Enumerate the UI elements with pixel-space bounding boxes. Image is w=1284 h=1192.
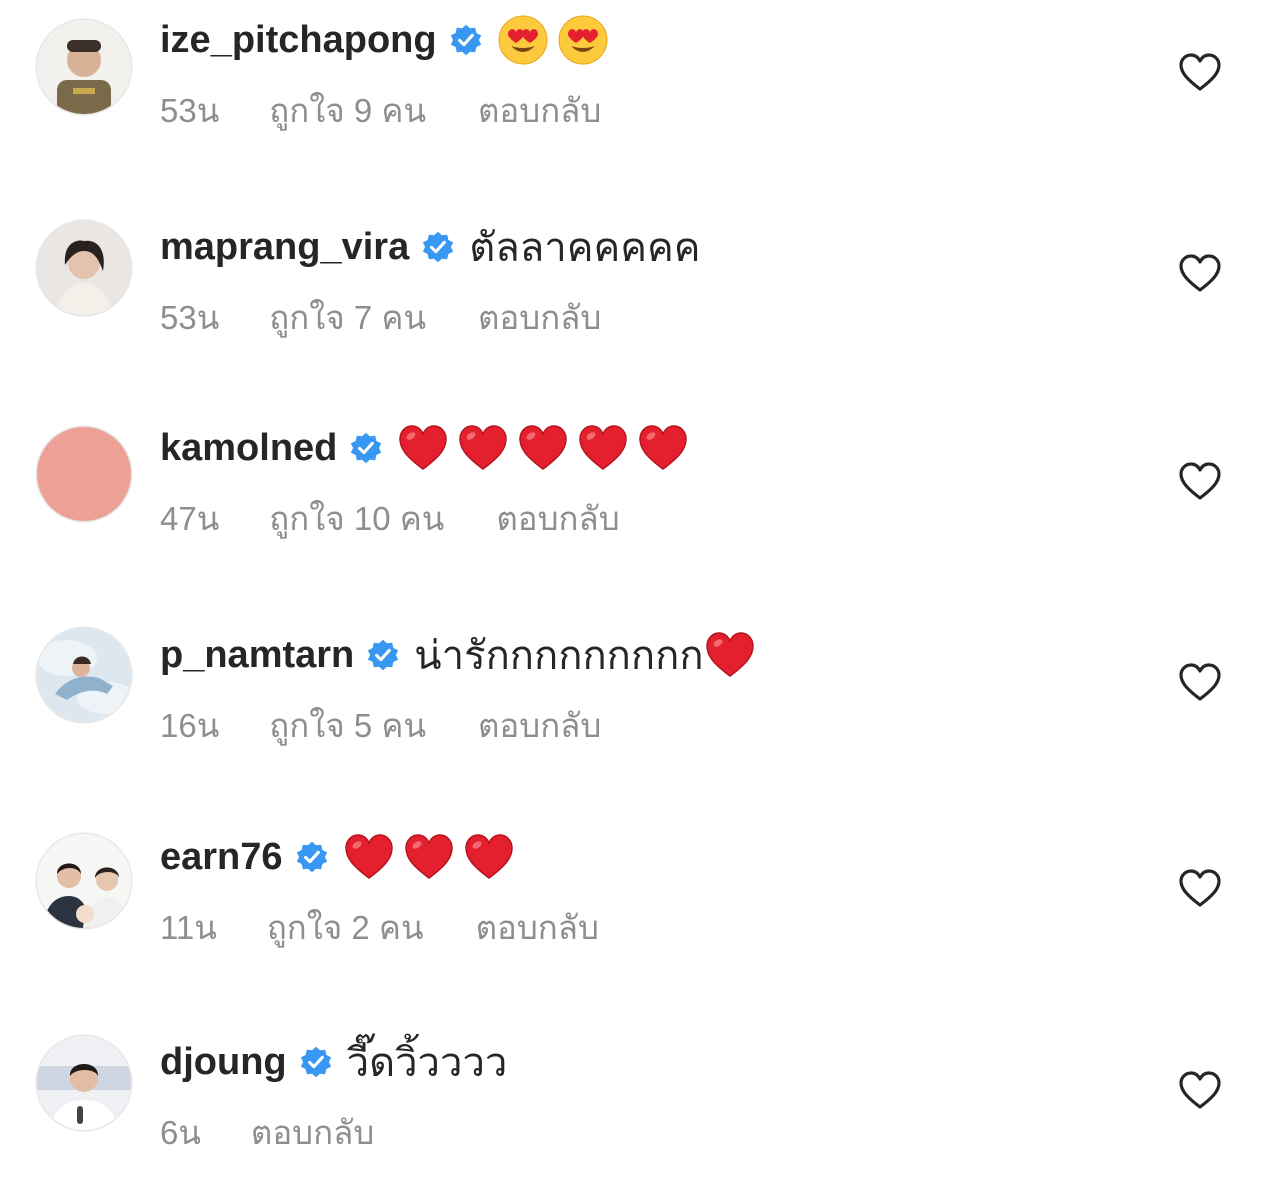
verified-badge-icon: [299, 1045, 333, 1079]
heart-outline-icon[interactable]: [1178, 662, 1222, 702]
red-heart-emoji: [343, 831, 395, 883]
reply-button[interactable]: ตอบกลับ: [496, 492, 619, 545]
comment-item: earn76 11น ถูกใจ 2 คน ตอบกลับ: [0, 810, 1284, 990]
comment-time: 11น: [160, 908, 217, 946]
comment-meta: 16น ถูกใจ 5 คน ตอบกลับ: [160, 703, 601, 747]
comment-line: kamolned: [160, 418, 697, 478]
heart-outline-icon[interactable]: [1178, 52, 1222, 92]
heart-eyes-emoji: [557, 14, 609, 66]
red-heart-emoji: [457, 422, 509, 474]
likes-count[interactable]: ถูกใจ 10 คน: [269, 492, 444, 545]
comment-time: 47น: [160, 499, 220, 537]
heart-outline-icon[interactable]: [1178, 1070, 1222, 1110]
red-heart-emoji: [463, 831, 515, 883]
comment-item: p_namtarn น่ารักกกกกกกกก 16น ถูกใจ 5 คน …: [0, 605, 1284, 785]
reply-button[interactable]: ตอบกลับ: [478, 84, 601, 137]
heart-eyes-emoji: [497, 14, 549, 66]
red-heart-emoji: [577, 422, 629, 474]
reply-button[interactable]: ตอบกลับ: [478, 291, 601, 344]
comment-line: earn76: [160, 827, 523, 887]
username[interactable]: earn76: [160, 836, 283, 879]
comment-text: ตัลลาคคคคค: [469, 226, 701, 270]
comment-item: kamolned 47น ถูกใจ 10 คน ตอบกลับ: [0, 400, 1284, 580]
comment-meta: 6น ตอบกลับ: [160, 1110, 374, 1154]
verified-badge-icon: [421, 230, 455, 264]
comment-meta: 53น ถูกใจ 7 คน ตอบกลับ: [160, 295, 601, 339]
verified-badge-icon: [295, 840, 329, 874]
heart-outline-icon[interactable]: [1178, 461, 1222, 501]
red-heart-emoji: [704, 629, 756, 681]
comment-line: ize_pitchapong: [160, 10, 617, 70]
verified-badge-icon: [349, 431, 383, 465]
username[interactable]: djoung: [160, 1041, 287, 1084]
avatar[interactable]: [37, 1036, 131, 1130]
comment-text: วี๊ดวิ้วววว: [346, 1041, 508, 1085]
likes-count[interactable]: ถูกใจ 5 คน: [269, 699, 426, 752]
username[interactable]: p_namtarn: [160, 634, 354, 677]
comment-time: 53น: [160, 91, 220, 129]
likes-count[interactable]: ถูกใจ 7 คน: [269, 291, 426, 344]
comment-item: ize_pitchapong 53น ถูกใจ 9 คน ตอบกลับ: [0, 0, 1284, 180]
likes-count[interactable]: ถูกใจ 2 คน: [267, 901, 424, 954]
reply-button[interactable]: ตอบกลับ: [476, 901, 599, 954]
comment-time: 16น: [160, 706, 220, 744]
avatar[interactable]: [37, 427, 131, 521]
username[interactable]: ize_pitchapong: [160, 19, 437, 62]
red-heart-emoji: [397, 422, 449, 474]
username[interactable]: maprang_vira: [160, 226, 409, 269]
avatar[interactable]: [37, 628, 131, 722]
comment-meta: 11น ถูกใจ 2 คน ตอบกลับ: [160, 905, 599, 949]
comment-text: น่ารักกกกกกกกก: [414, 634, 704, 678]
comment-line: maprang_vira ตัลลาคคคคค: [160, 217, 700, 277]
verified-badge-icon: [366, 638, 400, 672]
comment-item: maprang_vira ตัลลาคคคคค 53น ถูกใจ 7 คน ต…: [0, 200, 1284, 380]
verified-badge-icon: [449, 23, 483, 57]
likes-count[interactable]: ถูกใจ 9 คน: [269, 84, 426, 137]
comment-meta: 47น ถูกใจ 10 คน ตอบกลับ: [160, 496, 620, 540]
avatar[interactable]: [37, 221, 131, 315]
username[interactable]: kamolned: [160, 427, 337, 470]
red-heart-emoji: [637, 422, 689, 474]
heart-outline-icon[interactable]: [1178, 868, 1222, 908]
comment-item: djoung วี๊ดวิ้วววว 6น ตอบกลับ: [0, 1012, 1284, 1192]
reply-button[interactable]: ตอบกลับ: [251, 1106, 374, 1159]
red-heart-emoji: [517, 422, 569, 474]
avatar[interactable]: [37, 834, 131, 928]
comment-meta: 53น ถูกใจ 9 คน ตอบกลับ: [160, 88, 601, 132]
avatar[interactable]: [37, 20, 131, 114]
heart-outline-icon[interactable]: [1178, 253, 1222, 293]
comment-time: 53น: [160, 298, 220, 336]
red-heart-emoji: [403, 831, 455, 883]
comment-time: 6น: [160, 1113, 201, 1151]
comment-line: djoung วี๊ดวิ้วววว: [160, 1032, 507, 1092]
comment-line: p_namtarn น่ารักกกกกกกกก: [160, 625, 764, 685]
reply-button[interactable]: ตอบกลับ: [478, 699, 601, 752]
